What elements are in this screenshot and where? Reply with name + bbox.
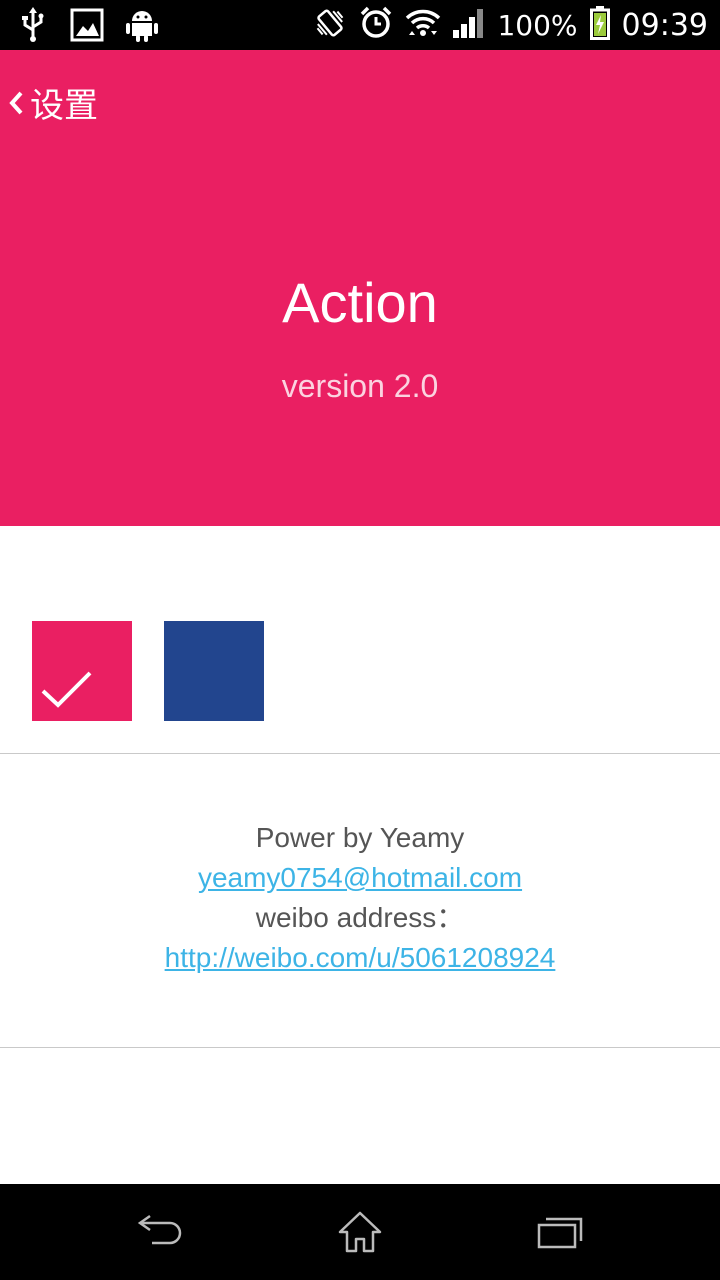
android-icon bbox=[126, 8, 158, 46]
usb-icon bbox=[18, 7, 48, 47]
theme-swatch-blue[interactable] bbox=[164, 621, 264, 721]
weibo-link[interactable]: http://weibo.com/u/5061208924 bbox=[165, 942, 556, 973]
image-icon bbox=[70, 8, 104, 46]
power-by-text: Power by Yeamy bbox=[255, 822, 465, 853]
weibo-label: weibo address： bbox=[255, 902, 465, 933]
credits: Power by Yeamy yeamy0754@hotmail.com wei… bbox=[0, 818, 720, 978]
clock: 09:39 bbox=[621, 7, 708, 43]
back-label: 设置 bbox=[30, 86, 98, 126]
app-version: version 2.0 bbox=[281, 368, 439, 404]
battery-percent: 100% bbox=[497, 8, 578, 42]
status-bar: 100% 09:39 bbox=[0, 0, 720, 50]
navigation-bar bbox=[0, 1184, 720, 1280]
email-link[interactable]: yeamy0754@hotmail.com bbox=[198, 862, 522, 893]
battery-icon bbox=[589, 6, 610, 44]
app-name: Action bbox=[282, 271, 438, 334]
home-icon[interactable] bbox=[336, 1210, 384, 1258]
chevron-left-icon bbox=[8, 90, 24, 116]
back-icon[interactable] bbox=[136, 1210, 184, 1254]
alarm-icon bbox=[359, 6, 393, 44]
vibrate-icon bbox=[313, 6, 347, 44]
back-to-settings-button[interactable]: 设置 bbox=[8, 78, 98, 127]
divider bbox=[0, 1047, 720, 1048]
signal-icon bbox=[453, 8, 485, 42]
status-right-icons: 100% 09:39 bbox=[313, 5, 708, 45]
app-header: 设置 Action version 2.0 bbox=[0, 50, 720, 526]
status-left-icons bbox=[18, 7, 158, 47]
wifi-icon bbox=[405, 7, 441, 43]
divider bbox=[0, 753, 720, 754]
recent-apps-icon[interactable] bbox=[536, 1210, 584, 1254]
checkmark-icon bbox=[41, 671, 92, 708]
theme-swatch-pink[interactable] bbox=[32, 621, 132, 721]
